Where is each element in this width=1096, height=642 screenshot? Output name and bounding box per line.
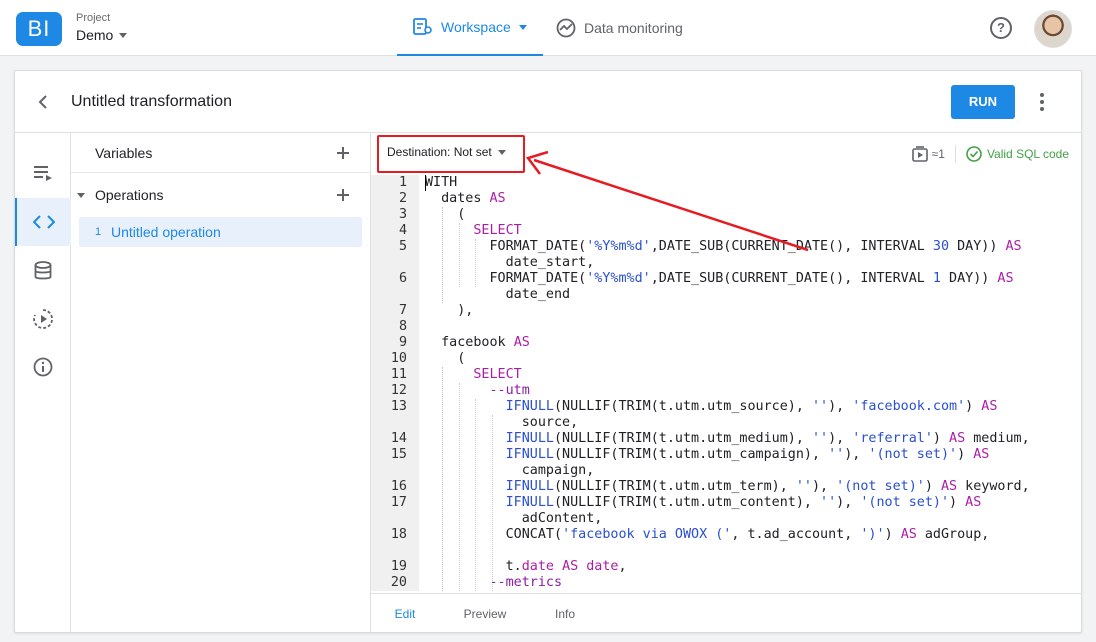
workspace-icon (413, 18, 432, 35)
playlist-icon (34, 166, 52, 181)
monitoring-icon (556, 18, 576, 38)
rail-item-schedule[interactable] (15, 295, 71, 343)
bi-logo[interactable]: BI (16, 12, 62, 46)
rail-item-list[interactable] (15, 149, 71, 197)
card-header: Untitled transformation RUN (15, 71, 1081, 133)
add-operation-icon[interactable] (337, 189, 349, 201)
variables-label: Variables (95, 144, 153, 161)
operations-label: Operations (95, 187, 164, 203)
nav-tab-data-monitoring[interactable]: Data monitoring (556, 0, 683, 56)
chevron-down-icon (518, 24, 527, 30)
operation-index: 1 (95, 226, 102, 238)
tab-preview[interactable]: Preview (451, 594, 519, 632)
help-icon[interactable]: ? (990, 17, 1012, 39)
transformation-card: Untitled transformation RUN Variables Op… (14, 70, 1082, 633)
nav-tab-data-monitoring-label: Data monitoring (584, 20, 683, 36)
destination-dropdown[interactable]: Destination: Not set (387, 145, 506, 159)
project-caption: Project (76, 12, 111, 24)
operations-panel: Variables Operations 1 Untitled operatio… (71, 133, 371, 632)
add-variable-icon[interactable] (337, 146, 349, 159)
tab-edit[interactable]: Edit (371, 594, 439, 632)
chevron-down-icon (497, 149, 506, 155)
code-editor[interactable]: 1 WITH 2 dates AS 3 ( 4 SELECT 5 FORMAT_D… (371, 175, 1081, 591)
divider (954, 145, 956, 163)
chevron-down-icon (119, 32, 128, 38)
rail-item-code[interactable] (15, 198, 71, 246)
operation-item[interactable]: 1 Untitled operation (79, 217, 362, 247)
tab-info[interactable]: Info (531, 594, 599, 632)
check-circle-icon (966, 146, 982, 162)
side-rail (15, 133, 71, 632)
run-button[interactable]: RUN (951, 85, 1015, 119)
sql-editor-pane: Destination: Not set ≈1 Valid SQL code 1… (371, 133, 1081, 632)
chevron-down-icon (77, 192, 85, 198)
valid-sql-status: Valid SQL code (966, 146, 1069, 162)
variables-section[interactable]: Variables (71, 133, 371, 173)
project-selector[interactable]: Demo (76, 27, 128, 43)
editor-status: ≈1 Valid SQL code (911, 145, 1069, 163)
operations-section[interactable]: Operations (71, 175, 371, 215)
code-icon (33, 215, 55, 229)
more-options-icon[interactable] (1039, 93, 1045, 111)
operation-run-icon (911, 146, 928, 162)
back-arrow-icon[interactable] (35, 93, 51, 111)
valid-sql-label: Valid SQL code (986, 147, 1069, 161)
destination-label: Destination: Not set (387, 145, 492, 159)
project-name: Demo (76, 27, 114, 43)
top-bar: BI Project Demo Workspace Data monitorin… (0, 0, 1096, 56)
schedule-run-icon (33, 309, 53, 329)
nav-tab-workspace-label: Workspace (441, 19, 511, 35)
rail-item-database[interactable] (15, 247, 71, 295)
editor-tabs: Edit Preview Info (371, 593, 1081, 632)
rail-item-info[interactable] (15, 343, 71, 391)
text-cursor (425, 175, 426, 191)
operation-label: Untitled operation (111, 224, 221, 240)
avatar[interactable] (1034, 10, 1072, 48)
operations-count: ≈1 (931, 147, 945, 161)
database-icon (34, 261, 52, 280)
info-icon (33, 357, 53, 377)
page-title: Untitled transformation (71, 93, 232, 110)
nav-tab-workspace[interactable]: Workspace (397, 0, 543, 56)
